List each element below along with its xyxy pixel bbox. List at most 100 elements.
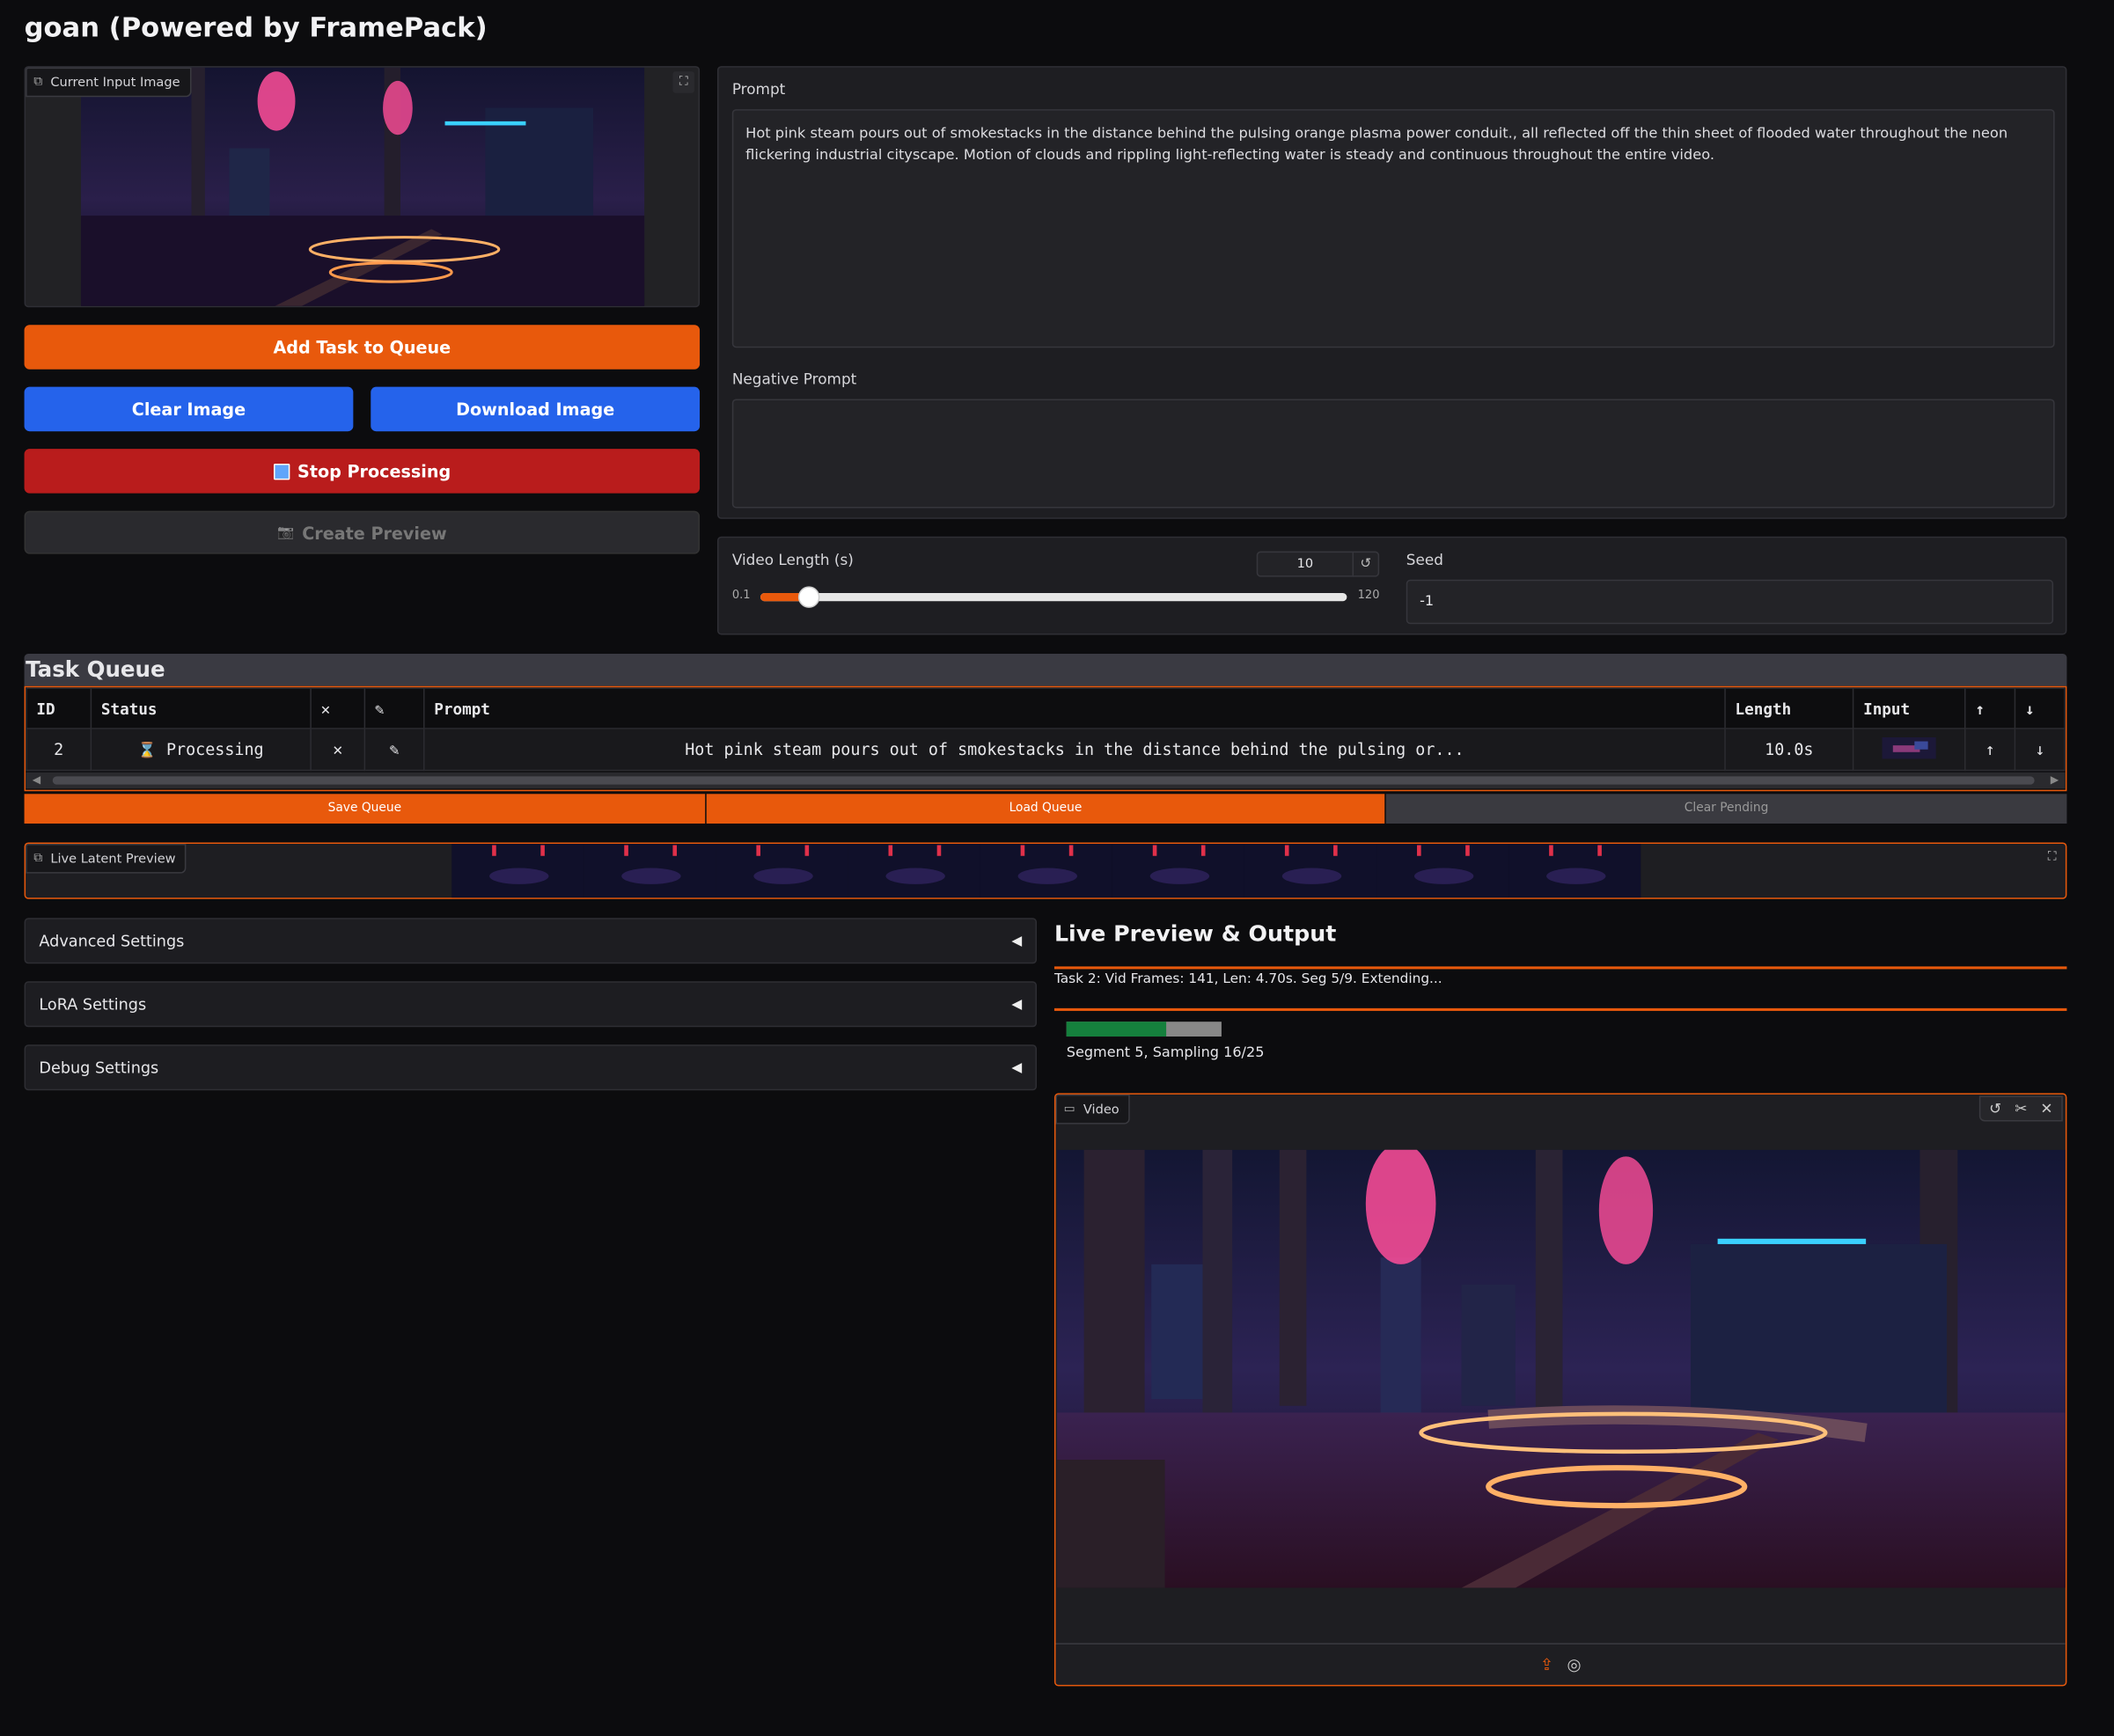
col-remove: ✕ (310, 687, 366, 729)
input-image (80, 67, 645, 306)
collapse-triangle-icon: ◀ (1011, 1059, 1023, 1075)
webcam-icon[interactable]: ◎ (1567, 1655, 1581, 1674)
status-divider-bottom (1053, 1007, 2067, 1011)
debug-settings-label: Debug Settings (39, 1058, 159, 1077)
col-id[interactable]: ID (26, 687, 92, 729)
advanced-settings-label: Advanced Settings (39, 931, 185, 950)
col-edit: ✎ (363, 687, 425, 729)
input-image-label: ⧉ Current Input Image (26, 67, 191, 98)
latent-frame (1376, 843, 1509, 898)
col-prompt[interactable]: Prompt (423, 687, 1726, 729)
video-panel: ▭ Video ↺ ✂ ✕ ⇪ ◎ (1053, 1093, 2067, 1687)
task-queue-header-row: ID Status ✕ ✎ Prompt Length Input ↑ ↓ (26, 687, 2066, 729)
edit-task-icon[interactable]: ✎ (363, 728, 425, 772)
video-label-text: Video (1083, 1102, 1119, 1117)
input-image-label-text: Current Input Image (50, 75, 180, 90)
task-queue-title: Task Queue (24, 653, 2067, 686)
reset-icon[interactable]: ↺ (1352, 551, 1380, 577)
table-scrollbar-thumb[interactable] (52, 776, 2035, 785)
scroll-right-icon[interactable]: ▶ (2051, 773, 2059, 786)
create-preview-label: Create Preview (302, 522, 447, 543)
video-length-input[interactable]: 10 (1256, 551, 1354, 577)
hourglass-icon: ⌛ (137, 741, 157, 759)
video-source-bar: ⇪ ◎ (1055, 1643, 2066, 1684)
cut-icon[interactable]: ✂ (2010, 1100, 2032, 1117)
status-divider-top (1053, 966, 2067, 970)
stop-processing-button[interactable]: Stop Processing (24, 449, 701, 494)
live-latent-preview-panel: ⧉ Live Latent Preview ⛶ (24, 842, 2067, 899)
video-length-slider-track[interactable] (760, 586, 1347, 608)
task-status-text: Processing (165, 740, 264, 759)
task-queue-table-frame: ID Status ✕ ✎ Prompt Length Input ↑ ↓ 2 … (24, 685, 2067, 792)
latent-frame (716, 843, 848, 898)
save-queue-button[interactable]: Save Queue (24, 794, 706, 824)
latent-frame (980, 843, 1112, 898)
negative-prompt-label: Negative Prompt (731, 370, 857, 389)
app-root: goan (Powered by FramePack) ⧉ Current In… (0, 0, 2114, 1736)
latent-frame (584, 843, 716, 898)
download-image-button[interactable]: Download Image (371, 386, 701, 432)
video-length-min: 0.1 (731, 589, 751, 603)
image-icon: ⧉ (33, 851, 43, 865)
camera-icon: 📷 (276, 524, 295, 540)
load-queue-button[interactable]: Load Queue (706, 794, 1385, 824)
task-length: 10.0s (1724, 728, 1854, 772)
upload-icon[interactable]: ⇪ (1540, 1655, 1553, 1674)
video-toolbar: ↺ ✂ ✕ (1978, 1095, 2063, 1122)
task-status: ⌛ Processing (90, 728, 312, 772)
video-label: ▭ Video (1055, 1094, 1130, 1124)
col-status[interactable]: Status (90, 687, 312, 729)
col-up: ↑ (1964, 687, 2016, 729)
clear-image-button[interactable]: Clear Image (24, 386, 354, 432)
progress-label: Segment 5, Sampling 16/25 (1066, 1044, 1265, 1061)
sampling-progress-bar (1066, 1022, 1222, 1037)
stop-icon (273, 463, 290, 480)
fullscreen-icon[interactable]: ⛶ (672, 71, 694, 93)
seed-label: Seed (1406, 551, 1443, 569)
seed-input[interactable]: -1 (1406, 579, 2054, 625)
task-input-thumbnail-image (1882, 736, 1936, 758)
prompt-label: Prompt (731, 80, 786, 99)
video-length-label: Video Length (s) (731, 551, 854, 569)
create-preview-button[interactable]: 📷 Create Preview (24, 510, 701, 554)
close-icon[interactable]: ✕ (2036, 1100, 2058, 1117)
move-up-icon[interactable]: ↑ (1964, 728, 2016, 772)
page-title: goan (Powered by FramePack) (24, 11, 488, 44)
lora-settings-label: LoRA Settings (39, 994, 147, 1014)
live-latent-label-text: Live Latent Preview (50, 851, 176, 867)
lora-settings-accordion[interactable]: LoRA Settings ◀ (24, 981, 1038, 1028)
col-length[interactable]: Length (1724, 687, 1854, 729)
output-status-text: Task 2: Vid Frames: 141, Len: 4.70s. Seg… (1053, 971, 1442, 987)
latent-frame (848, 843, 980, 898)
col-input[interactable]: Input (1852, 687, 1966, 729)
undo-icon[interactable]: ↺ (1985, 1100, 2007, 1117)
stop-processing-label: Stop Processing (297, 460, 451, 481)
debug-settings-accordion[interactable]: Debug Settings ◀ (24, 1044, 1038, 1091)
table-row: 2 ⌛ Processing ✕ ✎ Hot pink steam pours … (26, 728, 2066, 772)
prompt-panel: Prompt Hot pink steam pours out of smoke… (716, 66, 2067, 519)
image-icon: ⧉ (33, 75, 43, 89)
negative-prompt-textarea[interactable] (731, 399, 2055, 509)
video-settings-panel: Video Length (s) 10 ↺ 0.1 120 Seed -1 (716, 536, 2067, 635)
task-id: 2 (26, 728, 92, 772)
video-length-slider-thumb[interactable] (798, 586, 820, 608)
video-frame[interactable] (1057, 1149, 2066, 1588)
task-input-thumbnail (1852, 728, 1966, 772)
collapse-triangle-icon: ◀ (1011, 933, 1023, 949)
clear-pending-button[interactable]: Clear Pending (1385, 794, 2067, 824)
sampling-progress-fill (1066, 1022, 1166, 1037)
input-image-panel[interactable]: ⧉ Current Input Image ⛶ (24, 66, 701, 308)
latent-frame (451, 843, 584, 898)
video-camera-icon: ▭ (1063, 1102, 1075, 1116)
advanced-settings-accordion[interactable]: Advanced Settings ◀ (24, 918, 1038, 964)
prompt-textarea[interactable]: Hot pink steam pours out of smokestacks … (731, 109, 2055, 348)
table-scrollbar[interactable]: ◀ ▶ (26, 772, 2066, 789)
scroll-left-icon[interactable]: ◀ (33, 773, 40, 786)
fullscreen-icon[interactable]: ⛶ (2041, 846, 2063, 868)
add-task-button[interactable]: Add Task to Queue (24, 325, 701, 370)
live-latent-label: ⧉ Live Latent Preview (26, 843, 187, 874)
remove-task-icon[interactable]: ✕ (310, 728, 366, 772)
latent-frame (1508, 843, 1641, 898)
move-down-icon[interactable]: ↓ (2014, 728, 2066, 772)
latent-frame (1112, 843, 1244, 898)
